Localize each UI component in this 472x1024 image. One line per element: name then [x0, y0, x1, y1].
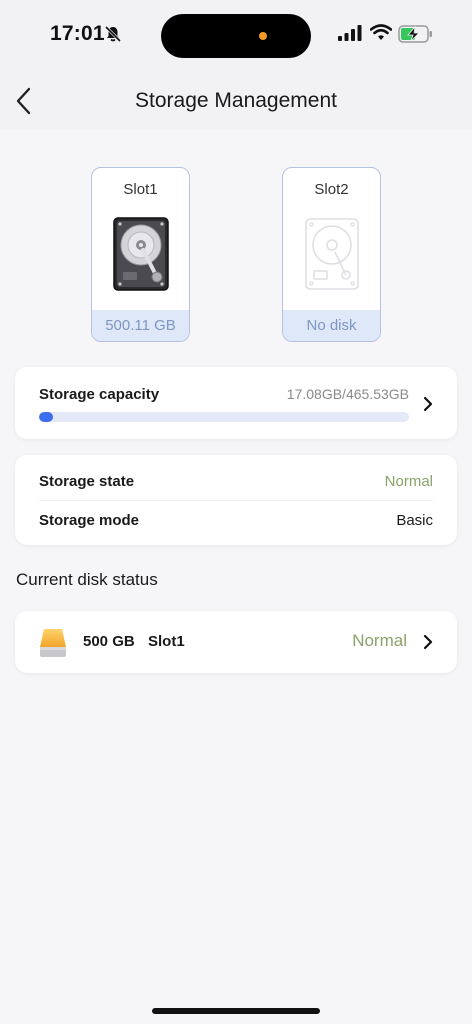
cellular-signal-icon — [338, 25, 362, 41]
slot-name: Slot2 — [314, 181, 349, 198]
divider — [39, 500, 433, 501]
storage-state-label: Storage state — [39, 473, 135, 490]
disk-drive-icon — [40, 629, 66, 657]
storage-capacity-value: 17.08GB/465.53GB — [286, 386, 409, 402]
home-indicator — [152, 1008, 320, 1014]
empty-disk-icon — [305, 218, 359, 290]
slot-card-1[interactable]: Slot1 500.11 GB — [91, 167, 190, 342]
storage-capacity-card[interactable]: Storage capacity 17.08GB/465.53GB — [15, 367, 457, 439]
page-title: Storage Management — [135, 89, 337, 112]
chevron-right-icon — [423, 634, 433, 650]
privacy-indicator-dot — [259, 32, 267, 40]
battery-charging-icon — [398, 25, 432, 43]
storage-info-card: Storage state Normal Storage mode Basic — [15, 455, 457, 545]
slot-name: Slot1 — [123, 181, 158, 198]
storage-capacity-bar — [39, 412, 409, 422]
storage-state-value: Normal — [384, 473, 433, 490]
status-bar: 17:01 — [0, 0, 472, 70]
storage-capacity-label: Storage capacity — [39, 386, 160, 403]
hard-disk-icon — [113, 217, 169, 291]
disk-size: 500 GB — [83, 633, 135, 650]
storage-capacity-bar-fill — [39, 412, 53, 422]
slot-card-2[interactable]: Slot2 No disk — [282, 167, 381, 342]
chevron-right-icon — [423, 396, 433, 412]
bell-muted-icon — [104, 25, 122, 43]
status-time: 17:01 — [50, 22, 105, 45]
dynamic-island — [161, 14, 311, 58]
storage-mode-value: Basic — [396, 512, 433, 529]
wifi-icon — [370, 24, 392, 40]
storage-mode-label: Storage mode — [39, 512, 140, 529]
disk-status-row[interactable]: 500 GB Slot1 Normal — [15, 611, 457, 673]
disk-status-value: Normal — [352, 631, 407, 650]
slot-capacity: 500.11 GB — [92, 310, 189, 341]
section-title: Current disk status — [16, 570, 158, 589]
disk-slot: Slot1 — [148, 633, 185, 650]
nav-bar: Storage Management — [0, 70, 472, 130]
slot-capacity: No disk — [283, 310, 380, 341]
